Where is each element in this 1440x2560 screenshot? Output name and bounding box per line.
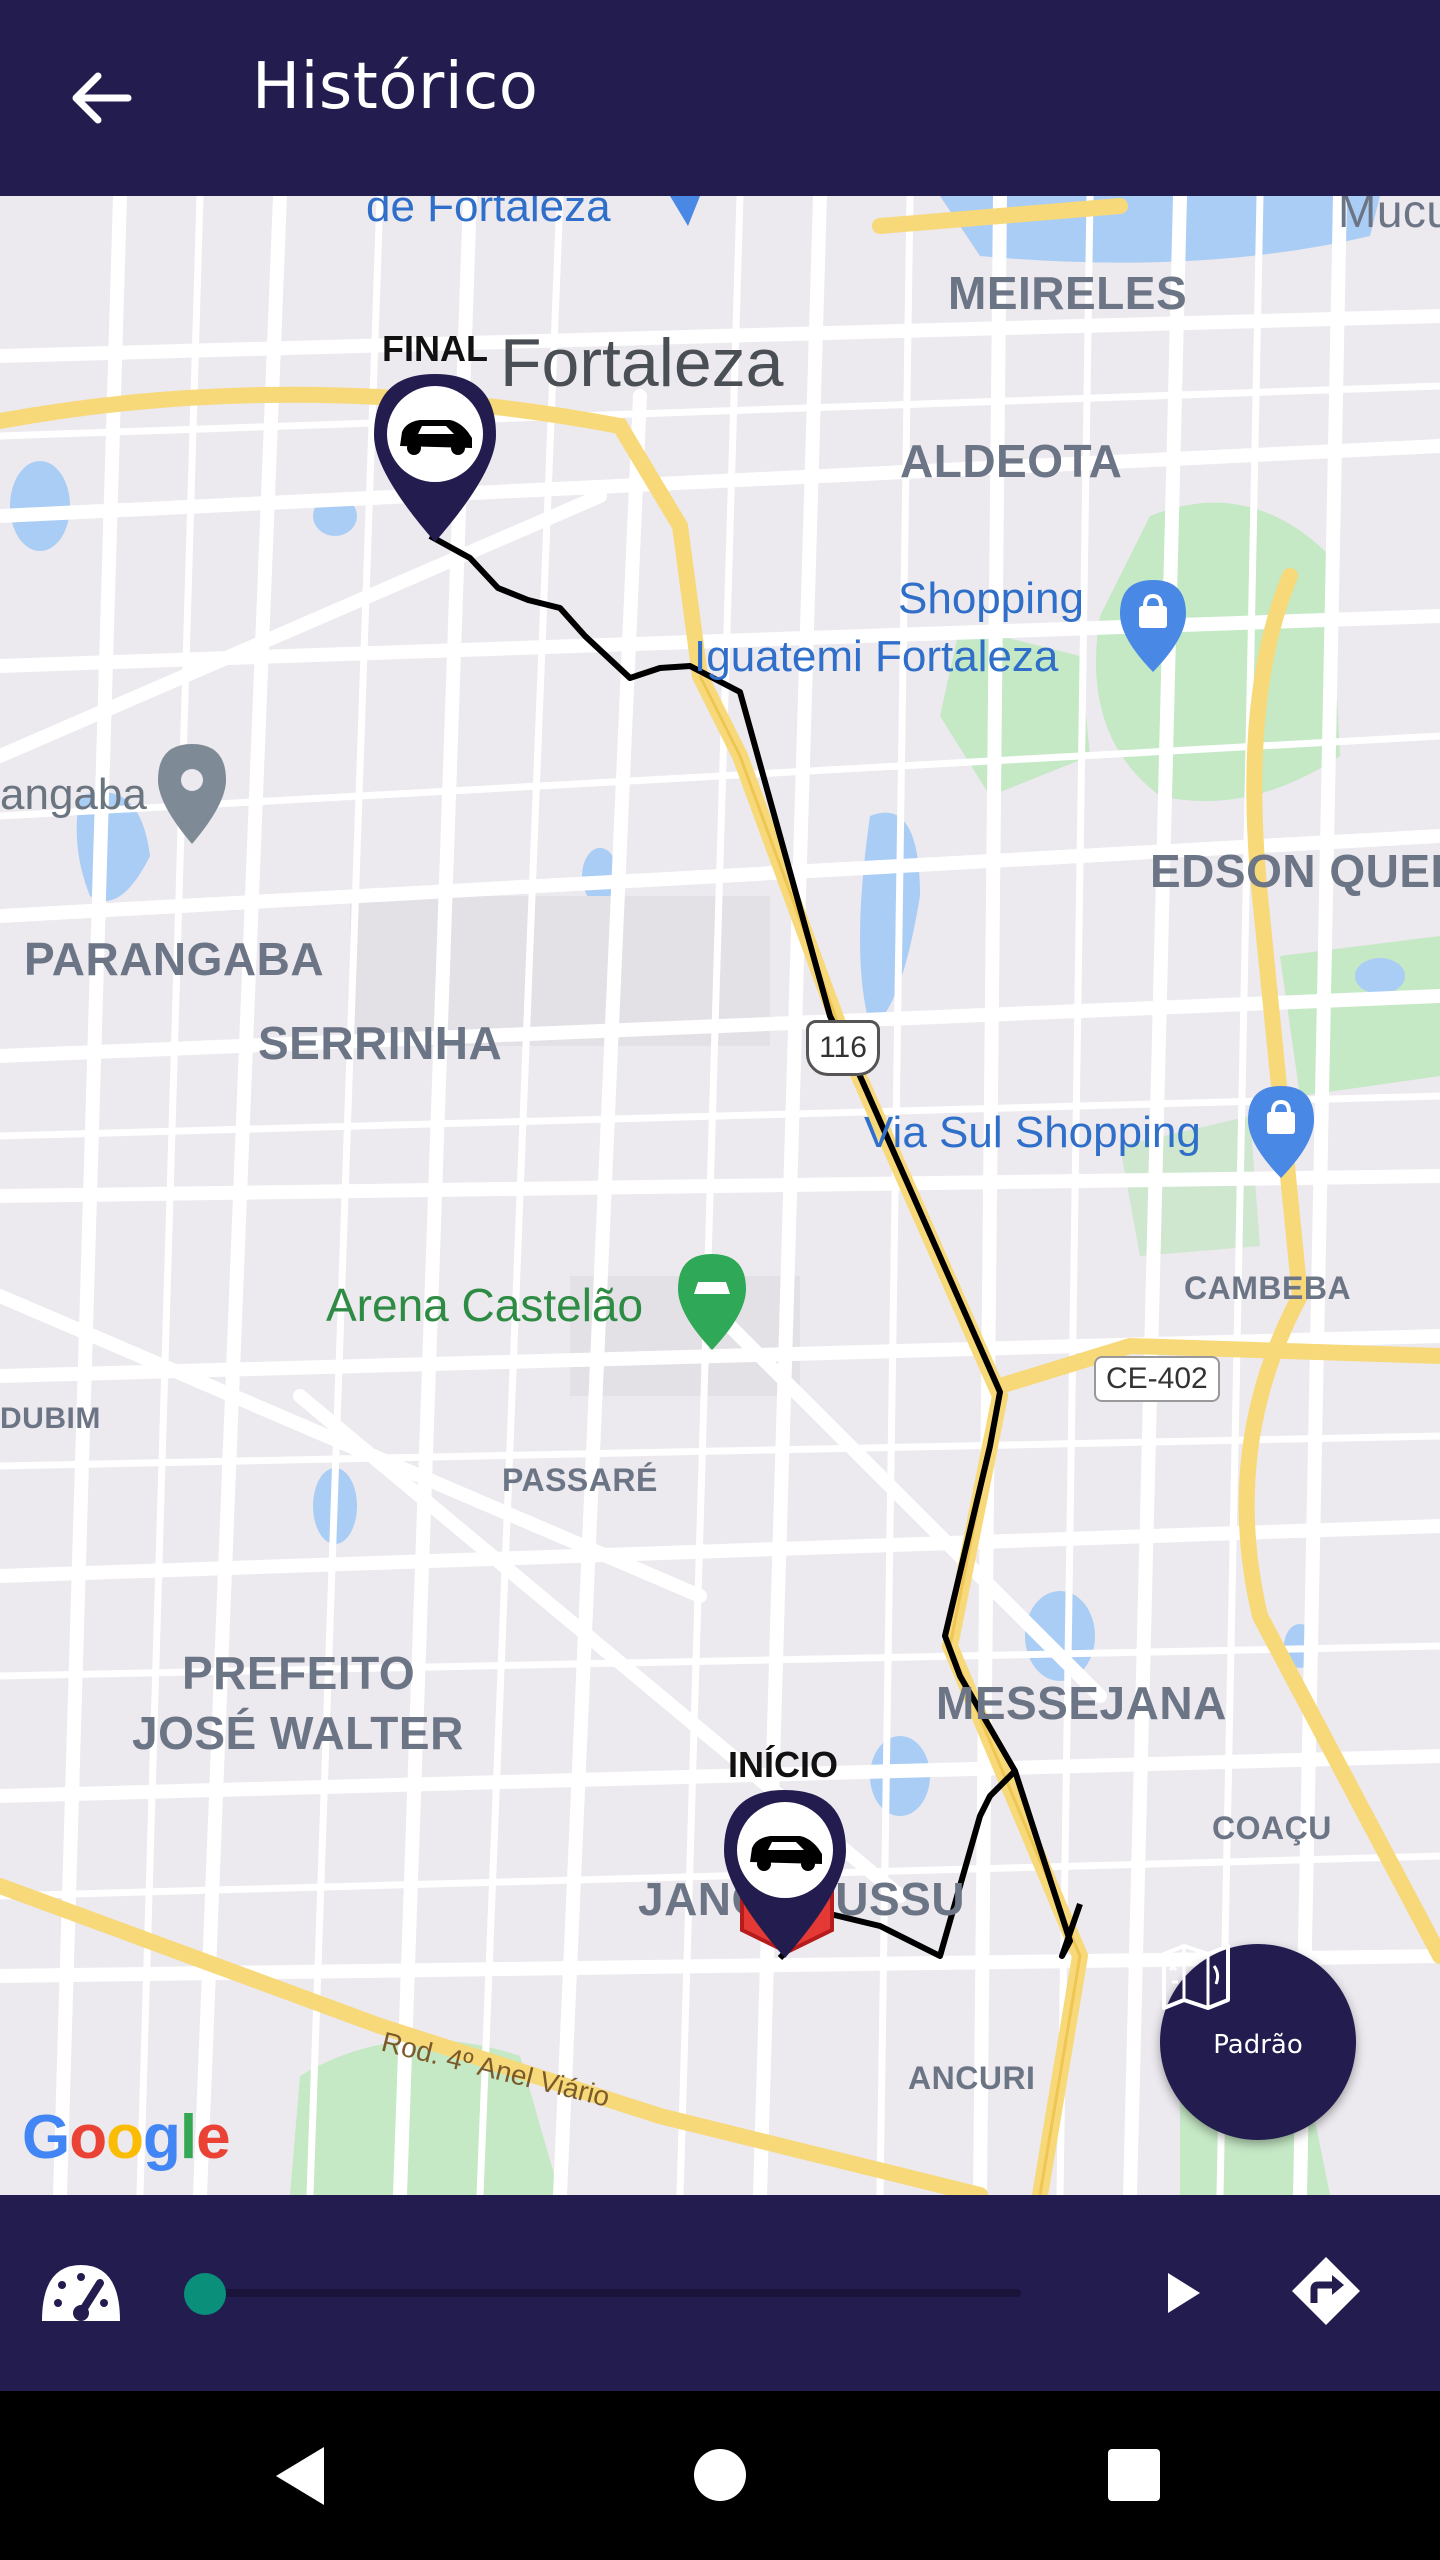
shopping-bag-pin-icon[interactable] bbox=[1118, 578, 1188, 674]
arrow-left-icon bbox=[72, 72, 132, 124]
district-label-prefeito: PREFEITO bbox=[182, 1647, 416, 1699]
poi-label-shopping-line1: Shopping bbox=[898, 574, 1084, 623]
start-marker-label: INÍCIO bbox=[728, 1744, 839, 1785]
play-icon[interactable] bbox=[1150, 2261, 1214, 2325]
speedometer-icon[interactable] bbox=[38, 2259, 124, 2331]
map-type-button[interactable]: Padrão bbox=[1160, 1944, 1356, 2140]
district-label-dubim: DUBIM bbox=[0, 1402, 101, 1435]
district-label-messejana: MESSEJANA bbox=[936, 1677, 1227, 1729]
poi-label-top: de Fortaleza bbox=[366, 196, 611, 231]
district-label-edson-queiroz: EDSON QUEI bbox=[1150, 845, 1440, 897]
map-icon bbox=[1162, 1944, 1230, 2010]
page-title: Histórico bbox=[252, 50, 539, 124]
final-marker[interactable] bbox=[372, 372, 498, 544]
road-shield-br116: 116 bbox=[806, 1020, 880, 1076]
road-sign-ce402: CE-402 bbox=[1094, 1356, 1220, 1402]
district-label-ancuri: ANCURI bbox=[908, 2060, 1036, 2096]
system-nav-bar bbox=[0, 2391, 1440, 2560]
district-label-jose-walter: JOSÉ WALTER bbox=[132, 1707, 464, 1759]
stadium-pin-icon[interactable] bbox=[676, 1252, 748, 1352]
google-logo: Google bbox=[22, 2103, 231, 2172]
map-type-label: Padrão bbox=[1213, 2030, 1303, 2060]
poi-label-via-sul: Via Sul Shopping bbox=[864, 1108, 1201, 1157]
nav-back-icon[interactable] bbox=[266, 2441, 336, 2511]
playback-slider-thumb[interactable] bbox=[184, 2273, 226, 2315]
district-label-mucuripe: Mucu bbox=[1338, 196, 1440, 237]
district-label-cambeba: CAMBEBA bbox=[1184, 1270, 1352, 1306]
shopping-bag-pin-icon[interactable] bbox=[1246, 1084, 1316, 1180]
district-label-parangaba: PARANGABA bbox=[24, 933, 325, 985]
final-marker-label: FINAL bbox=[382, 328, 488, 369]
back-button[interactable] bbox=[60, 62, 140, 134]
poi-label-parangaba-lagoa: angaba bbox=[0, 770, 147, 819]
district-label-coacu: COAÇU bbox=[1212, 1810, 1332, 1846]
map-view[interactable]: MEIRELES ALDEOTA EDSON QUEI PARANGABA SE… bbox=[0, 196, 1440, 2195]
district-label-serrinha: SERRINHA bbox=[258, 1017, 503, 1069]
playback-bar bbox=[0, 2195, 1440, 2391]
district-label-meireles: MEIRELES bbox=[948, 267, 1188, 319]
district-label-aldeota: ALDEOTA bbox=[900, 435, 1123, 487]
poi-label-shopping-line2: Iguatemi Fortaleza bbox=[694, 632, 1059, 681]
nav-home-icon[interactable] bbox=[694, 2449, 746, 2501]
app-bar: Histórico bbox=[0, 0, 1440, 196]
district-label-passare: PASSARÉ bbox=[502, 1462, 658, 1498]
start-marker[interactable] bbox=[722, 1788, 848, 1960]
directions-icon[interactable] bbox=[1290, 2255, 1362, 2327]
city-label: Fortaleza bbox=[500, 325, 784, 401]
poi-label-arena: Arena Castelão bbox=[326, 1279, 644, 1331]
playback-slider-track[interactable] bbox=[205, 2289, 1021, 2297]
nav-recents-icon[interactable] bbox=[1108, 2449, 1160, 2501]
